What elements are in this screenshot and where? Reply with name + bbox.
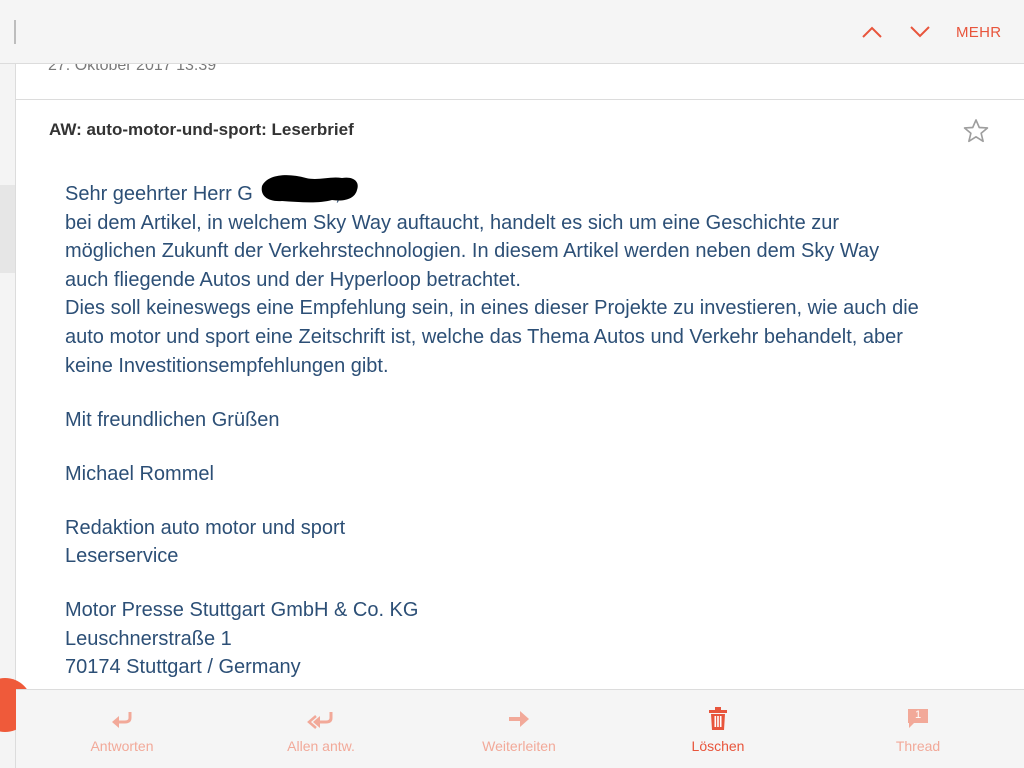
previous-message-button[interactable] bbox=[858, 18, 886, 46]
closing: Mit freundlichen Grüßen bbox=[65, 408, 280, 431]
body-line: auto motor und sport eine Zeitschrift is… bbox=[65, 325, 903, 348]
message-header: 27. Oktober 2017 13:39 bbox=[16, 64, 1024, 100]
star-button[interactable] bbox=[962, 117, 990, 145]
sender-name: Michael Rommel bbox=[65, 462, 214, 485]
delete-label: Löschen bbox=[691, 738, 745, 754]
trash-icon bbox=[709, 707, 727, 730]
toolbar-divider bbox=[14, 20, 16, 44]
forward-button[interactable]: Weiterleiten bbox=[419, 690, 619, 768]
message-subject: AW: auto-motor-und-sport: Leserbrief bbox=[49, 120, 354, 139]
thread-label: Thread bbox=[895, 738, 941, 754]
reply-all-label: Allen antw. bbox=[287, 738, 355, 754]
body-line: auch fliegende Autos und der Hyperloop b… bbox=[65, 268, 521, 291]
left-divider bbox=[15, 64, 16, 768]
left-panel-edge bbox=[0, 0, 16, 768]
thread-count-badge: 1 bbox=[914, 709, 922, 721]
forward-icon bbox=[509, 711, 529, 727]
greeting: Sehr geehrter Herr G bbox=[65, 183, 253, 205]
bottom-action-bar: Antworten Allen antw. Weiterleiten Lösch… bbox=[16, 689, 1024, 768]
more-button[interactable]: MEHR bbox=[956, 24, 1001, 41]
body-line: keine Investitionsempfehlungen gibt. bbox=[65, 354, 389, 377]
forward-label: Weiterleiten bbox=[482, 738, 556, 754]
department-line: Leserservice bbox=[65, 545, 179, 568]
delete-button[interactable]: Löschen bbox=[618, 690, 818, 768]
thread-button[interactable]: 1 Thread bbox=[818, 690, 1018, 768]
body-line: bei dem Artikel, in welchem Sky Way auft… bbox=[65, 211, 840, 234]
department-line: Redaktion auto motor und sport bbox=[65, 516, 346, 539]
chevron-down-icon bbox=[910, 26, 930, 38]
star-icon bbox=[963, 119, 989, 143]
address-line: Motor Presse Stuttgart GmbH & Co. KG bbox=[65, 599, 419, 622]
reply-label: Antworten bbox=[90, 738, 154, 754]
left-panel-selection bbox=[0, 185, 16, 273]
body-line: möglichen Zukunft der Verkehrstechnologi… bbox=[65, 240, 880, 263]
next-message-button[interactable] bbox=[906, 18, 934, 46]
address-line: Leuschnerstraße 1 bbox=[65, 627, 232, 650]
reply-all-button[interactable]: Allen antw. bbox=[221, 690, 421, 768]
message-body: Sehr geehrter Herr G, bei dem Artikel, i… bbox=[65, 180, 985, 682]
greeting-line: Sehr geehrter Herr G, bbox=[65, 180, 985, 209]
reply-all-icon bbox=[307, 712, 333, 729]
message-date: 27. Oktober 2017 13:39 bbox=[48, 64, 217, 74]
reply-button[interactable]: Antworten bbox=[22, 690, 222, 768]
reply-icon bbox=[112, 712, 132, 728]
redaction-mark bbox=[261, 175, 358, 203]
chevron-up-icon bbox=[862, 26, 882, 38]
body-line: Dies soll keineswegs eine Empfehlung sei… bbox=[65, 297, 919, 320]
address-line: 70174 Stuttgart / Germany bbox=[65, 656, 301, 679]
top-toolbar: MEHR bbox=[0, 0, 1024, 64]
